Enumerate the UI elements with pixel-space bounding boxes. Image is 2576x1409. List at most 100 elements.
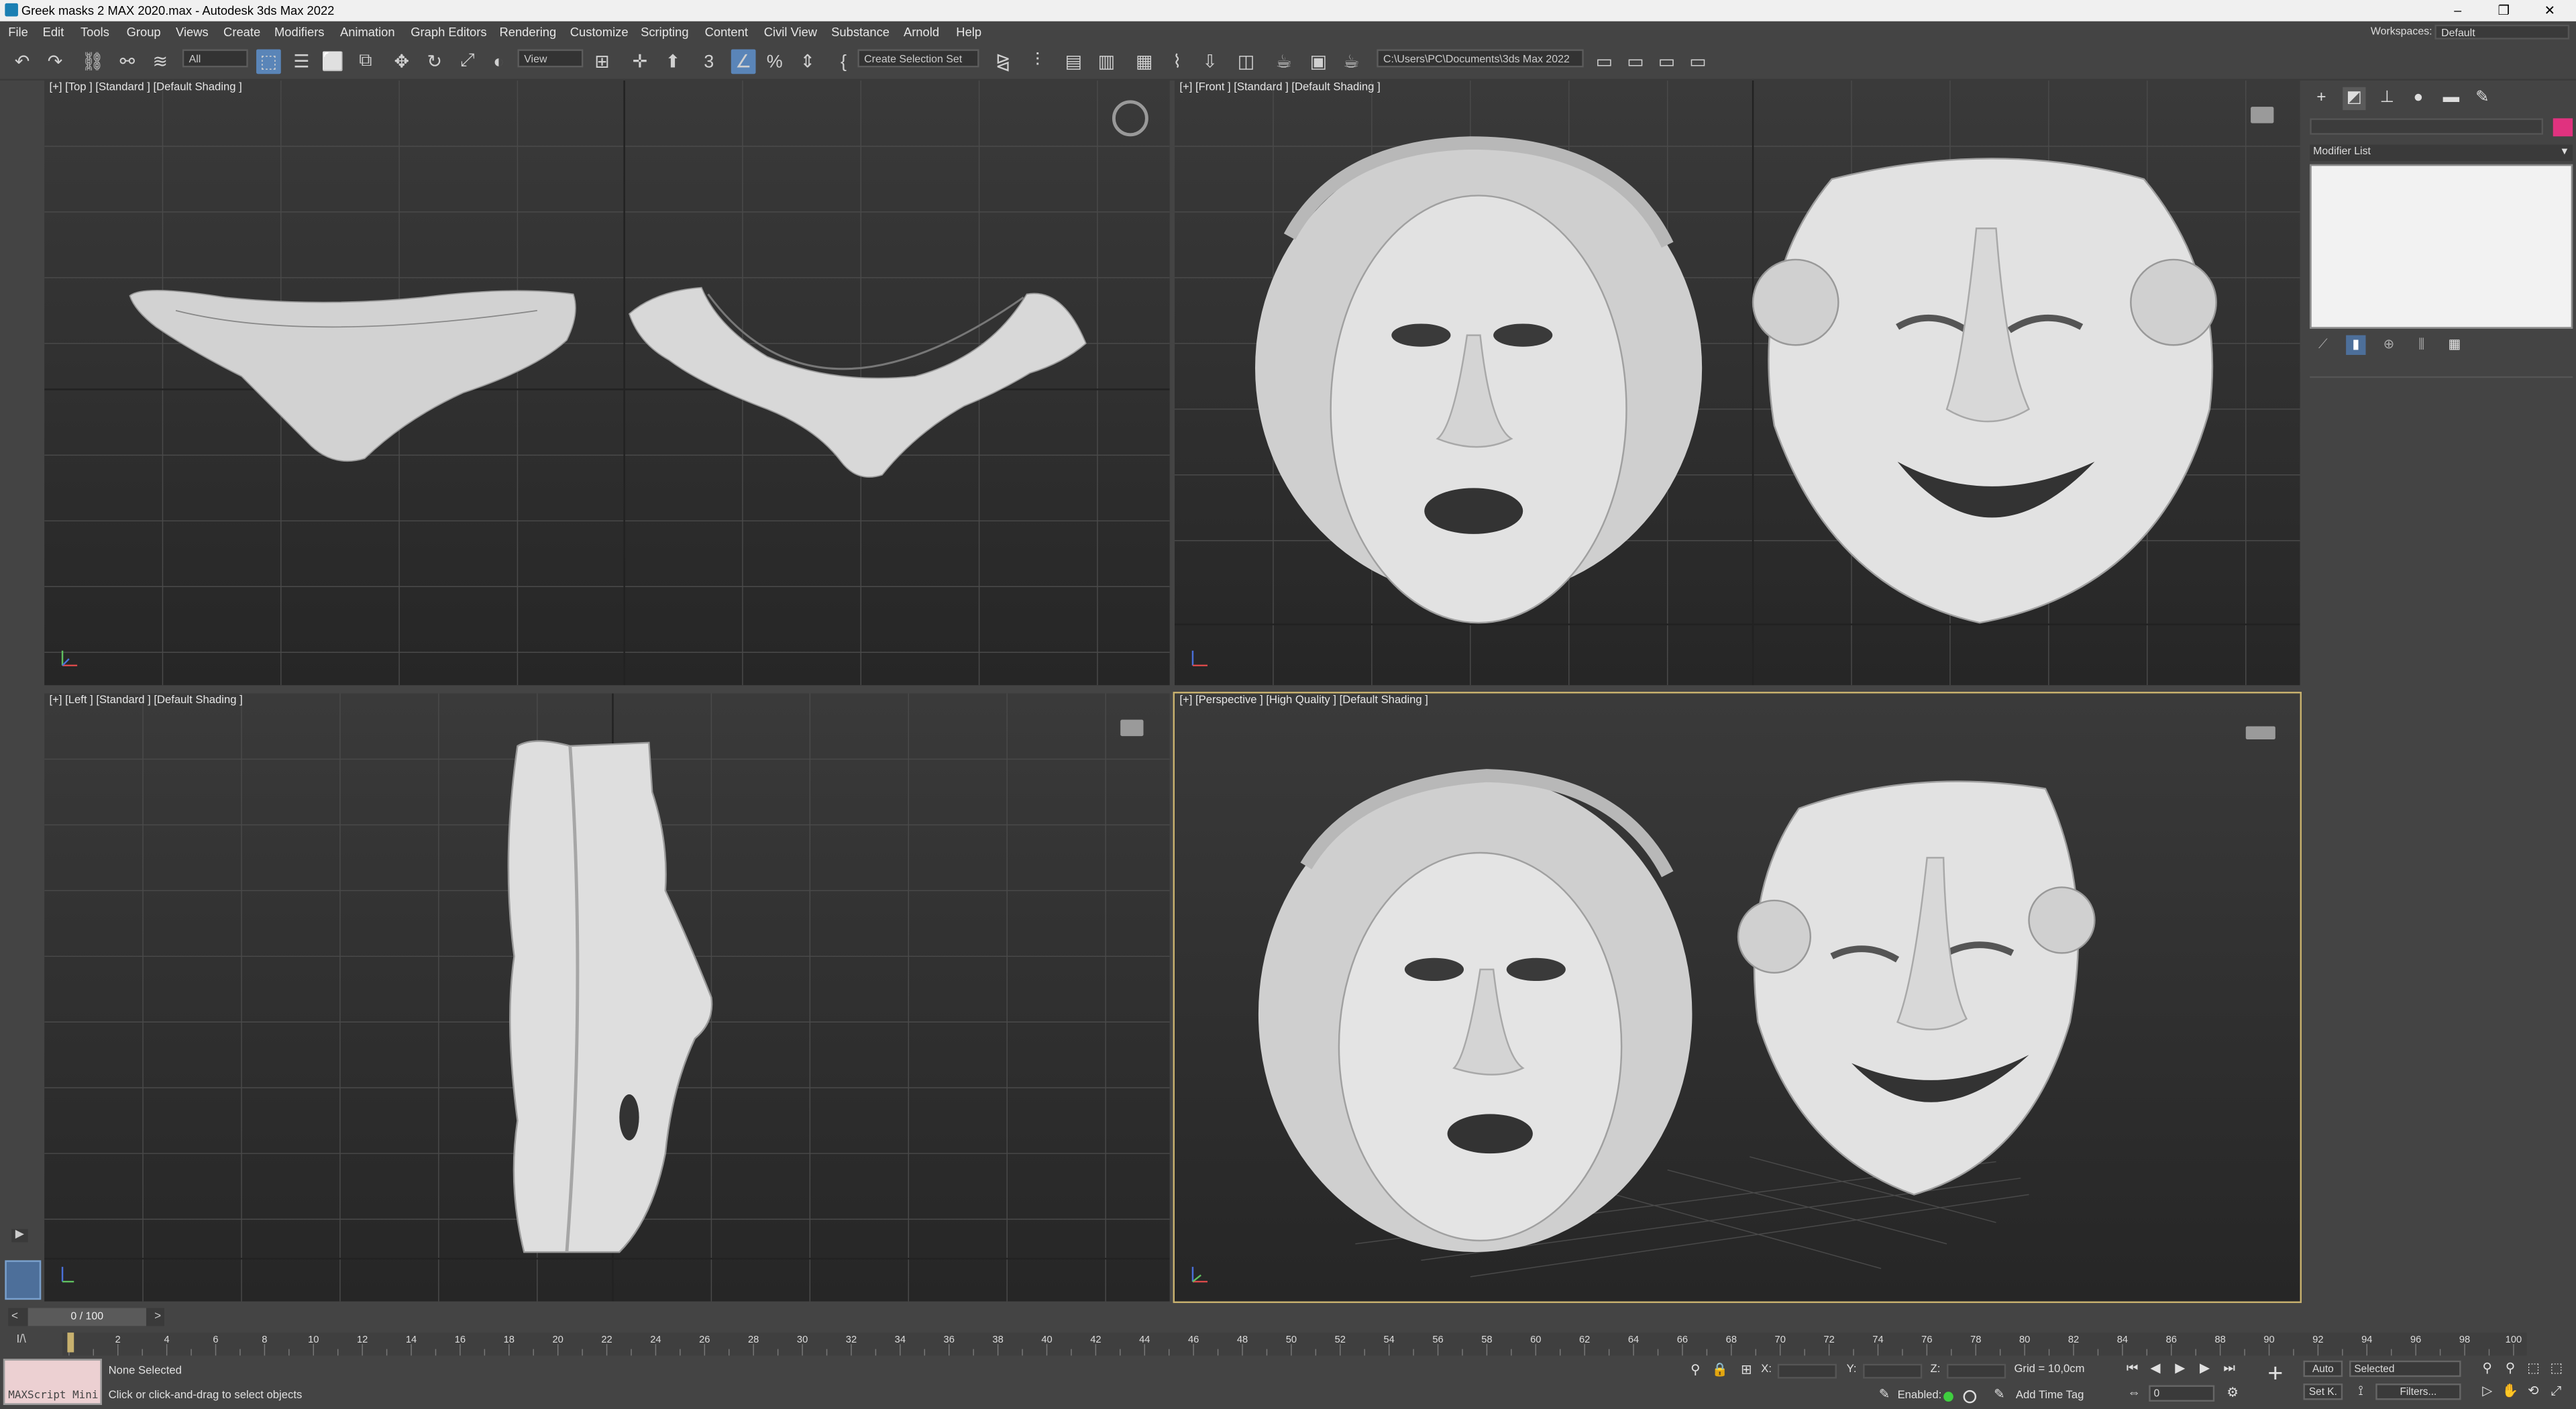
link-icon[interactable]: ⛓ [80,49,105,74]
menu-graph-editors[interactable]: Graph Editors [411,21,486,43]
percent-snap-icon[interactable]: % [762,49,787,74]
modifier-stack[interactable] [2310,164,2573,329]
y-coordinate-field[interactable] [1863,1363,1923,1379]
set-key-button[interactable]: Set K. [2303,1384,2343,1400]
menu-views[interactable]: Views [176,21,209,43]
viewport-front-label[interactable]: [+] [Front ] [Standard ] [Default Shadin… [1179,82,1380,93]
pin-stack-icon[interactable]: ⟋ [2313,335,2332,355]
curve-editor-icon[interactable]: ⌇ [1165,49,1189,74]
project-save-icon[interactable]: ▭ [1654,49,1679,74]
menu-rendering[interactable]: Rendering [499,21,556,43]
spinner-snap-icon[interactable]: ⇕ [795,49,820,74]
previous-frame-icon[interactable]: ◀︎ [2145,1359,2165,1378]
named-selection-set-select[interactable]: Create Selection Set [857,49,979,68]
hierarchy-tab-icon[interactable]: ⊥ [2375,87,2398,110]
object-color-swatch[interactable] [2553,118,2573,137]
menu-customize[interactable]: Customize [570,21,629,43]
steering-wheel-icon[interactable] [1112,100,1148,137]
time-slider[interactable]: < 0 / 100 > [8,1308,164,1326]
minimize-button[interactable]: – [2434,0,2481,21]
pivot-center-icon[interactable]: ⊞ [590,49,614,74]
key-mode-icon[interactable]: ⇔ [2125,1384,2144,1403]
make-unique-icon[interactable]: ⊕ [2379,335,2398,355]
project-folder-icon[interactable]: ▭ [1623,49,1648,74]
zoom-extents-all-icon[interactable]: ⬚ [2546,1359,2566,1378]
field-of-view-icon[interactable]: ▷ [2477,1382,2497,1402]
scale-icon[interactable]: ⤢ [455,49,480,74]
viewport-top[interactable]: [+] [Top ] [Standard ] [Default Shading … [44,81,1170,686]
bind-spacewarp-icon[interactable]: ≋ [148,49,172,74]
window-crossing-icon[interactable]: ⧉ [354,49,378,74]
maxscript-listener[interactable]: MAXScript Mini [3,1359,102,1405]
zoom-icon[interactable]: ⚲ [2477,1359,2497,1378]
workspaces-select[interactable]: Default [2434,24,2570,40]
modifier-list-dropdown[interactable]: Modifier List ▼ [2310,144,2573,161]
rendered-frame-window-icon[interactable]: ▣ [1306,49,1331,74]
object-name-field[interactable] [2310,118,2544,135]
menu-content[interactable]: Content [705,21,748,43]
menu-civil-view[interactable]: Civil View [764,21,817,43]
snaps-toggle-icon[interactable]: 3 [696,49,721,74]
menu-help[interactable]: Help [956,21,981,43]
menu-group[interactable]: Group [127,21,161,43]
next-frame-icon[interactable]: ▶︎ [2195,1359,2214,1378]
add-time-tag[interactable]: Add Time Tag [2016,1390,2084,1402]
time-tag-icon[interactable]: ✎ [1990,1385,2009,1404]
menu-substance[interactable]: Substance [831,21,890,43]
play-icon[interactable]: ▶︎ [2170,1359,2190,1378]
edit-named-selection-icon[interactable]: { [831,49,856,74]
select-manipulate-icon[interactable]: ✛ [628,49,653,74]
place-icon[interactable]: ◐ [486,49,511,74]
viewport-left[interactable]: [+] [Left ] [Standard ] [Default Shading… [44,693,1170,1302]
motion-tab-icon[interactable]: ● [2407,87,2430,110]
viewcube-left[interactable] [1120,719,1144,737]
render-production-icon[interactable]: ☕ [1339,49,1364,74]
open-mini-curve-editor-icon[interactable]: I/\ [16,1335,39,1351]
mirror-icon[interactable]: ⧎ [991,49,1016,74]
project-folder-select[interactable]: C:\Users\PC\Documents\3ds Max 2022 [1377,49,1584,68]
menu-arnold[interactable]: Arnold [904,21,939,43]
project-settings-icon[interactable]: ▭ [1686,49,1711,74]
viewcube-perspective[interactable] [2245,726,2275,740]
viewcube-front[interactable] [2251,107,2274,123]
render-setup-icon[interactable]: ☕ [1272,49,1297,74]
time-slider-frame[interactable]: 0 / 100 [28,1308,146,1326]
select-by-name-icon[interactable]: ☰ [289,49,314,74]
expand-layouts-icon[interactable]: ▶ [11,1229,28,1243]
isolate-selection-icon[interactable]: ⚲ [1686,1361,1705,1380]
unlink-icon[interactable]: ⚯ [115,49,140,74]
select-object-icon[interactable]: ⬚ [256,49,281,74]
x-coordinate-field[interactable] [1777,1363,1837,1379]
zoom-all-icon[interactable]: ⚲ [2500,1359,2520,1378]
menu-create[interactable]: Create [223,21,260,43]
set-key-icon[interactable]: + [2261,1361,2290,1395]
filters-button[interactable]: Filters... [2375,1384,2461,1400]
utilities-tab-icon[interactable]: ✎ [2471,87,2493,110]
selection-lock-icon[interactable]: 🔒 [1710,1361,1729,1380]
absolute-mode-icon[interactable]: ⊞ [1737,1361,1756,1380]
go-to-end-icon[interactable]: ⏭ [2220,1359,2239,1378]
viewport-perspective-label[interactable]: [+] [Perspective ] [High Quality ] [Defa… [1179,695,1428,707]
go-to-start-icon[interactable]: ⏮ [2123,1359,2142,1378]
modify-tab-icon[interactable]: ◩ [2343,87,2366,111]
move-icon[interactable]: ✥ [389,49,414,74]
enabled-toggle[interactable] [1963,1390,1977,1404]
undo-icon[interactable]: ↶ [10,49,35,74]
schematic-view-icon[interactable]: ⇩ [1197,49,1222,74]
time-next-icon[interactable]: > [151,1308,164,1326]
auto-key-button[interactable]: Auto [2303,1360,2343,1377]
angle-snap-icon[interactable]: ∠ [731,49,756,74]
ribbon-icon[interactable]: ▦ [1132,49,1157,74]
current-frame-field[interactable]: 0 [2149,1385,2215,1402]
material-editor-icon[interactable]: ◫ [1234,49,1258,74]
remove-modifier-icon[interactable]: ⫼ [2412,335,2431,355]
scene-explorer-icon[interactable]: ▤ [1061,49,1086,74]
orbit-icon[interactable]: ⟲ [2524,1382,2543,1402]
key-filters-icon[interactable]: ⟟ [2351,1382,2370,1402]
align-icon[interactable]: ⫶ [1025,49,1050,74]
maximize-viewport-icon[interactable]: ⤢ [2546,1382,2566,1402]
show-end-result-icon[interactable]: ▮ [2346,335,2366,355]
menu-edit[interactable]: Edit [43,21,64,43]
time-configuration-icon[interactable]: ⚙ [2222,1384,2242,1403]
menu-tools[interactable]: Tools [80,21,109,43]
